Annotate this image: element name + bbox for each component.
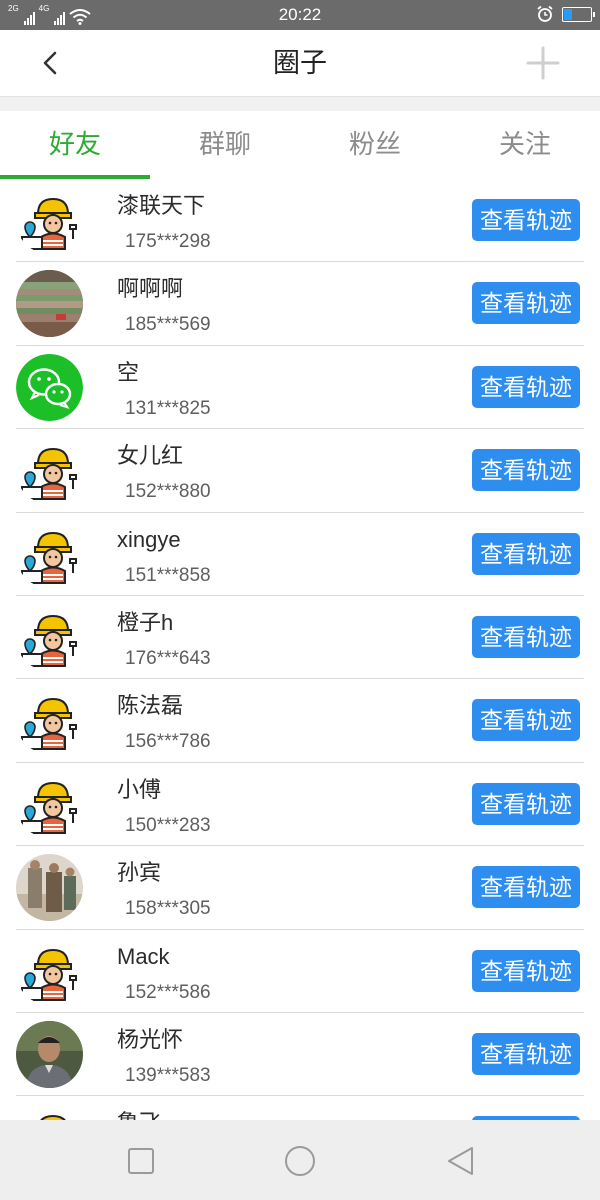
friend-phone: 185***569 — [125, 314, 211, 336]
view-track-button[interactable]: 查看轨迹 — [472, 532, 580, 575]
tab-bar: 好友 群聊 粉丝 关注 — [0, 111, 600, 179]
friend-name: 橙子h — [117, 609, 174, 635]
friend-phone: 152***880 — [125, 481, 211, 503]
list-item[interactable]: xingye 151***858 查看轨迹 — [0, 513, 600, 597]
view-track-button[interactable]: 查看轨迹 — [472, 615, 580, 658]
list-item[interactable]: 空 131***825 查看轨迹 — [0, 346, 600, 430]
friend-name: 鲁飞 — [117, 1109, 161, 1120]
list-item[interactable]: 小傅 150***283 查看轨迹 — [0, 763, 600, 847]
view-track-button[interactable]: 查看轨迹 — [472, 1032, 580, 1075]
friend-name: 漆联天下 — [117, 193, 206, 218]
friend-name: 女儿红 — [117, 443, 184, 469]
back-triangle-icon[interactable] — [444, 1144, 478, 1178]
friend-phone: 139***583 — [125, 1064, 211, 1086]
friend-phone: 131***825 — [125, 397, 211, 419]
status-bar: 2G 4G 20:22 — [0, 0, 600, 30]
wechat-avatar-avatar[interactable] — [16, 353, 83, 421]
worker-avatar-avatar[interactable] — [16, 437, 83, 505]
list-item[interactable]: 鲁飞 查看轨迹 — [0, 1096, 600, 1120]
view-track-button[interactable]: 查看轨迹 — [472, 365, 580, 408]
view-track-button[interactable]: 查看轨迹 — [472, 949, 580, 992]
list-item[interactable]: 橙子h 176***643 查看轨迹 — [0, 596, 600, 680]
friend-phone: 158***305 — [125, 898, 211, 920]
home-icon[interactable] — [283, 1144, 317, 1178]
friend-phone: 150***283 — [125, 814, 211, 836]
list-item[interactable]: 陈法磊 156***786 查看轨迹 — [0, 679, 600, 764]
tab-friends[interactable]: 好友 — [0, 111, 150, 179]
status-time: 20:22 — [278, 5, 322, 24]
view-track-button[interactable]: 查看轨迹 — [472, 199, 580, 241]
friend-name: 陈法磊 — [117, 693, 184, 719]
list-item[interactable]: Mack 152***586 查看轨迹 — [0, 930, 600, 1014]
list-item[interactable]: 杨光怀 139***583 查看轨迹 — [0, 1013, 600, 1097]
photo-avatar-man-avatar[interactable] — [16, 1020, 83, 1088]
list-item[interactable]: 孙宾 158***305 查看轨迹 — [0, 846, 600, 930]
friend-name: 空 — [117, 359, 140, 385]
friend-phone: 152***586 — [125, 981, 211, 1003]
list-item[interactable]: 漆联天下 175***298 查看轨迹 — [0, 179, 600, 263]
friend-name: xingye — [117, 526, 181, 552]
photo-avatar-people-avatar[interactable] — [16, 854, 83, 922]
friend-name: 杨光怀 — [117, 1026, 184, 1052]
list-item[interactable]: 啊啊啊 185***569 查看轨迹 — [0, 262, 600, 347]
battery-fill — [564, 8, 573, 20]
status-right — [536, 5, 595, 23]
worker-avatar-avatar[interactable] — [16, 937, 83, 1005]
system-nav-bar — [0, 1120, 600, 1200]
friend-phone: 175***298 — [125, 231, 211, 252]
view-track-button[interactable]: 查看轨迹 — [472, 866, 580, 909]
alarm-icon — [537, 5, 553, 22]
friend-name: 小傅 — [117, 776, 162, 802]
friend-phone: 156***786 — [125, 731, 211, 753]
worker-avatar-avatar[interactable] — [16, 1104, 83, 1120]
friend-name: 啊啊啊 — [117, 276, 184, 302]
worker-avatar-avatar[interactable] — [16, 187, 83, 254]
friend-name: 孙宾 — [117, 860, 162, 886]
view-track-button[interactable]: 查看轨迹 — [472, 449, 580, 492]
friend-phone: 176***643 — [125, 647, 211, 669]
add-plus-icon[interactable] — [526, 46, 560, 80]
friend-name: Mack — [117, 943, 170, 969]
worker-avatar-avatar[interactable] — [16, 520, 83, 588]
view-track-button[interactable]: 查看轨迹 — [472, 282, 580, 325]
header-divider — [0, 97, 600, 111]
tab-fans[interactable]: 粉丝 — [300, 111, 450, 179]
page-title: 圈子 — [273, 48, 327, 78]
view-track-button[interactable]: 查看轨迹 — [472, 782, 580, 825]
view-track-button[interactable]: 查看轨迹 — [472, 699, 580, 742]
recents-icon[interactable] — [124, 1144, 158, 1178]
list-item[interactable]: 女儿红 152***880 查看轨迹 — [0, 429, 600, 513]
worker-avatar-avatar[interactable] — [16, 687, 83, 755]
tab-groups[interactable]: 群聊 — [150, 111, 300, 179]
friend-phone: 151***858 — [125, 564, 211, 586]
worker-avatar-avatar[interactable] — [16, 770, 83, 838]
app-header: 圈子 — [0, 30, 600, 97]
tab-following[interactable]: 关注 — [450, 111, 600, 179]
photo-avatar-field-avatar[interactable] — [16, 270, 83, 338]
battery-icon — [562, 6, 595, 22]
worker-avatar-avatar[interactable] — [16, 603, 83, 671]
friend-list: 漆联天下 175***298 查看轨迹 啊啊啊 185***569 查看轨迹 空… — [0, 179, 600, 1120]
